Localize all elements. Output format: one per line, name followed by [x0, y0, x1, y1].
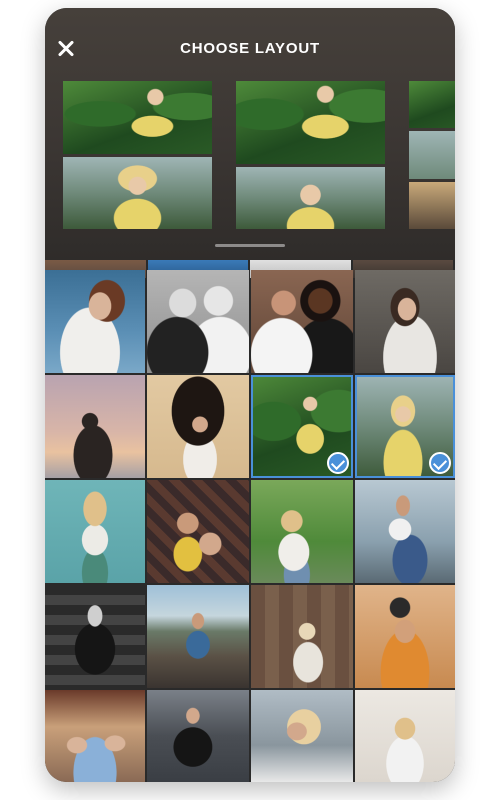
- layout-option-3[interactable]: [409, 81, 455, 229]
- photo-thumbnail[interactable]: [45, 375, 145, 478]
- layout-cell-top: [63, 81, 212, 154]
- checkmark-icon: [327, 452, 349, 474]
- photo-thumbnail[interactable]: [355, 585, 455, 688]
- layout-cell-top: [409, 81, 455, 129]
- layout-cell-bottom: [63, 156, 212, 229]
- photo-thumbnail-selected[interactable]: [251, 375, 353, 478]
- layout-cell-top: [236, 81, 385, 165]
- photo-thumbnail[interactable]: [45, 480, 145, 583]
- photo-thumbnail[interactable]: [355, 690, 455, 782]
- photo-thumbnail[interactable]: [355, 480, 455, 583]
- layout-cell-bottom: [409, 181, 455, 229]
- photo-thumbnail[interactable]: [251, 585, 353, 688]
- photo-thumbnail[interactable]: [147, 375, 249, 478]
- layout-option-1[interactable]: [63, 81, 212, 229]
- photo-thumbnail[interactable]: [45, 690, 145, 782]
- photo-thumbnail[interactable]: [147, 480, 249, 583]
- photo-thumbnail[interactable]: [45, 585, 145, 688]
- photo-thumbnail-selected[interactable]: [355, 375, 455, 478]
- layout-option-2[interactable]: [236, 81, 385, 229]
- layout-header: CHOOSE LAYOUT: [45, 8, 455, 260]
- photo-thumbnail[interactable]: [147, 585, 249, 688]
- drag-handle[interactable]: [215, 244, 285, 247]
- phone-frame: CHOOSE LAYOUT: [45, 8, 455, 782]
- checkmark-icon: [429, 452, 451, 474]
- photo-thumbnail[interactable]: [355, 270, 455, 373]
- page-title: CHOOSE LAYOUT: [180, 40, 320, 57]
- photo-thumbnail[interactable]: [45, 270, 145, 373]
- layout-cell-bottom: [236, 167, 385, 229]
- photo-thumbnail[interactable]: [251, 270, 353, 373]
- photo-thumbnail[interactable]: [251, 690, 353, 782]
- layout-cell-middle: [409, 131, 455, 179]
- photo-thumbnail[interactable]: [147, 690, 249, 782]
- photo-thumbnail[interactable]: [251, 480, 353, 583]
- layout-options-row: [45, 81, 455, 231]
- photo-thumbnail[interactable]: [147, 270, 249, 373]
